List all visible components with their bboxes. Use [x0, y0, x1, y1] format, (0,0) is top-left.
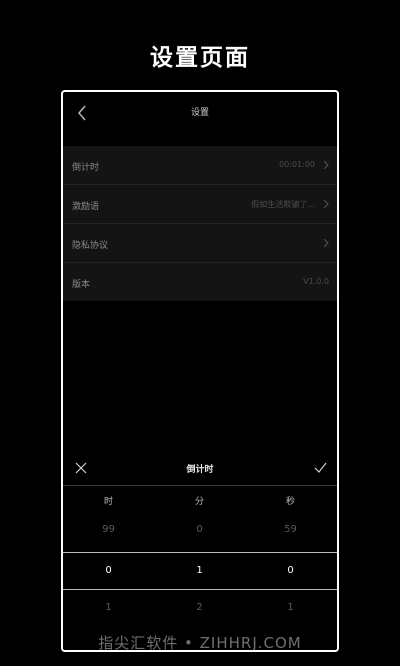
- page-headline: 设置页面: [150, 45, 250, 71]
- settings-row-label: 倒计时: [72, 163, 100, 173]
- settings-row-value: 假如生活欺骗了...: [251, 200, 315, 209]
- watermark: 指尖汇软件 • ZIHHRJ.COM: [98, 634, 302, 652]
- settings-row-motto[interactable]: 激励语 假如生活欺骗了...: [63, 185, 337, 224]
- settings-row-label: 激励语: [72, 202, 100, 212]
- picker-title: 倒计时: [186, 465, 214, 475]
- settings-row-privacy[interactable]: 隐私协议: [63, 224, 337, 263]
- column-header-minutes: 分: [194, 497, 204, 507]
- settings-row-label: 隐私协议: [72, 241, 109, 251]
- picker-option-minutes[interactable]: 2: [154, 602, 245, 613]
- picker-header: 倒计时: [63, 452, 337, 486]
- settings-row-countdown[interactable]: 倒计时 00:01:00: [63, 146, 337, 185]
- settings-row-value: 00:01:00: [279, 160, 315, 169]
- settings-row-version: 版本 V1.0.0: [63, 263, 337, 301]
- picker-option-hours[interactable]: 99: [63, 524, 154, 535]
- picker-option-seconds[interactable]: 1: [245, 602, 336, 613]
- picker-option-seconds[interactable]: 59: [245, 524, 336, 535]
- check-icon[interactable]: [314, 462, 327, 473]
- picker-row-selected: 0 1 0: [63, 552, 337, 590]
- title-bar: 设置: [63, 92, 337, 134]
- page: 设置页面 设置 倒计时 00:01:00 激励语 假如生活欺骗了... 隐私协议…: [0, 0, 400, 666]
- phone-frame: 设置 倒计时 00:01:00 激励语 假如生活欺骗了... 隐私协议 版本 V…: [61, 90, 339, 652]
- column-header-hours: 时: [103, 497, 113, 507]
- picker-row-below: 1 2 1: [63, 590, 337, 626]
- settings-row-label: 版本: [72, 280, 91, 290]
- chevron-right-icon: [323, 199, 329, 209]
- countdown-picker-sheet: 倒计时 时 分 秒 99 0 59 0 1 0 1 2 1: [63, 452, 337, 650]
- picker-option-hours[interactable]: 1: [63, 602, 154, 613]
- picker-column-headers: 时 分 秒: [63, 486, 337, 512]
- picker-option-minutes[interactable]: 0: [154, 524, 245, 535]
- column-header-seconds: 秒: [285, 497, 295, 507]
- chevron-right-icon: [323, 238, 329, 248]
- picker-selected-hours[interactable]: 0: [63, 565, 154, 576]
- screen-title: 设置: [190, 108, 209, 118]
- picker-row-above: 99 0 59: [63, 512, 337, 548]
- chevron-right-icon: [323, 160, 329, 170]
- picker-selected-seconds[interactable]: 0: [245, 565, 336, 576]
- settings-row-value: V1.0.0: [303, 277, 329, 286]
- picker-selected-minutes[interactable]: 1: [154, 565, 245, 576]
- settings-list: 倒计时 00:01:00 激励语 假如生活欺骗了... 隐私协议 版本 V1.0…: [63, 146, 337, 301]
